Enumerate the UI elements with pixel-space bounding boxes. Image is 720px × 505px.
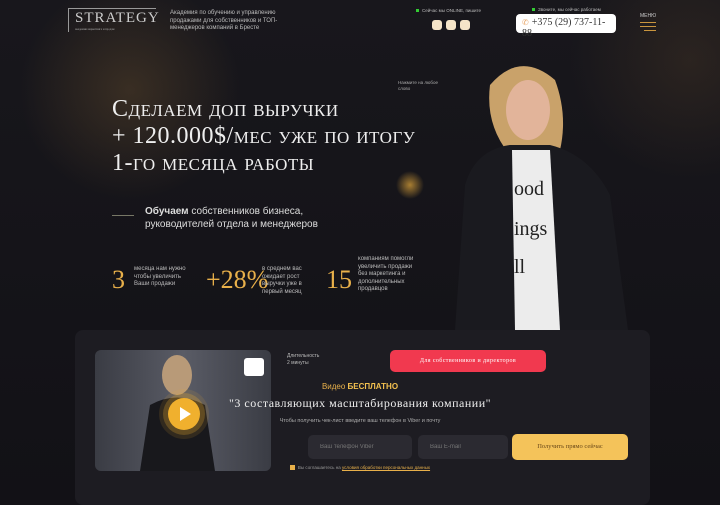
telegram-icon[interactable] xyxy=(432,20,442,30)
video-duration: Длительность 2 минуты xyxy=(287,353,320,366)
call-status: Звоните, мы сейчас работаем xyxy=(532,7,601,12)
subheadline: Обучаем собственников бизнеса, руководите… xyxy=(145,206,318,230)
headline-line[interactable]: 1-го месяца работы xyxy=(112,150,415,177)
online-status: Сейчас мы ONLINE, пишите xyxy=(416,8,481,13)
stat-text: компаниям помогли увеличить продажи без … xyxy=(358,256,414,292)
divider xyxy=(112,215,134,216)
tagline: Академия по обучению и управлению продаж… xyxy=(170,10,278,31)
viber-icon[interactable] xyxy=(446,20,456,30)
privacy-link[interactable]: условия обработки персональных данных xyxy=(342,465,430,470)
phone-icon: ✆ xyxy=(522,18,529,27)
logo[interactable]: STRATEGY академия маркетинга и продаж xyxy=(68,8,159,32)
stat-value: +28% xyxy=(206,265,269,294)
headline: Сделаем доп выручки + 120.000$/мес уже п… xyxy=(112,96,415,177)
headline-line[interactable]: Сделаем доп выручки xyxy=(112,96,415,123)
phone-input[interactable] xyxy=(308,435,412,459)
email-input[interactable] xyxy=(418,435,508,459)
svg-text:ood: ood xyxy=(514,178,544,200)
offer-instruction: Чтобы получить чек-лист введите ваш теле… xyxy=(279,418,441,424)
stat-text: в среднем вас ожидает рост выручки уже в… xyxy=(262,266,302,295)
menu-icon xyxy=(640,22,656,23)
stat-value: 15 xyxy=(326,265,352,294)
consent: Вы соглашаетесь на условия обработки пер… xyxy=(0,465,720,471)
svg-text:ings: ings xyxy=(514,218,548,240)
logo-text: STRATEGY xyxy=(75,10,160,26)
headline-line[interactable]: + 120.000$/мес уже по итогу xyxy=(112,123,415,150)
stat-value: 3 xyxy=(112,265,125,294)
submit-button[interactable]: Получить прямо сейчас xyxy=(512,434,628,460)
click-hint: Нажмите на любое слово xyxy=(398,80,438,91)
whatsapp-icon[interactable] xyxy=(460,20,470,30)
logo-sub: академия маркетинга и продаж xyxy=(75,27,115,31)
menu-label: МЕНЮ xyxy=(640,13,657,19)
consent-checkbox[interactable] xyxy=(289,465,295,471)
stat-text: месяца нам нужно чтобы увеличить Ваши пр… xyxy=(134,266,186,287)
speaker-photo: ood ings ll xyxy=(455,66,628,330)
offer-title: "3 составляющих масштабирования компании… xyxy=(228,396,492,410)
audience-button[interactable]: Для собственников и директоров xyxy=(390,350,546,372)
video-free-label: Видео БЕСПЛАТНО xyxy=(321,382,399,391)
svg-text:ll: ll xyxy=(514,256,526,278)
menu-button[interactable]: МЕНЮ xyxy=(640,13,656,31)
phone-button[interactable]: ✆ +375 (29) 737-11-88 xyxy=(516,14,616,39)
